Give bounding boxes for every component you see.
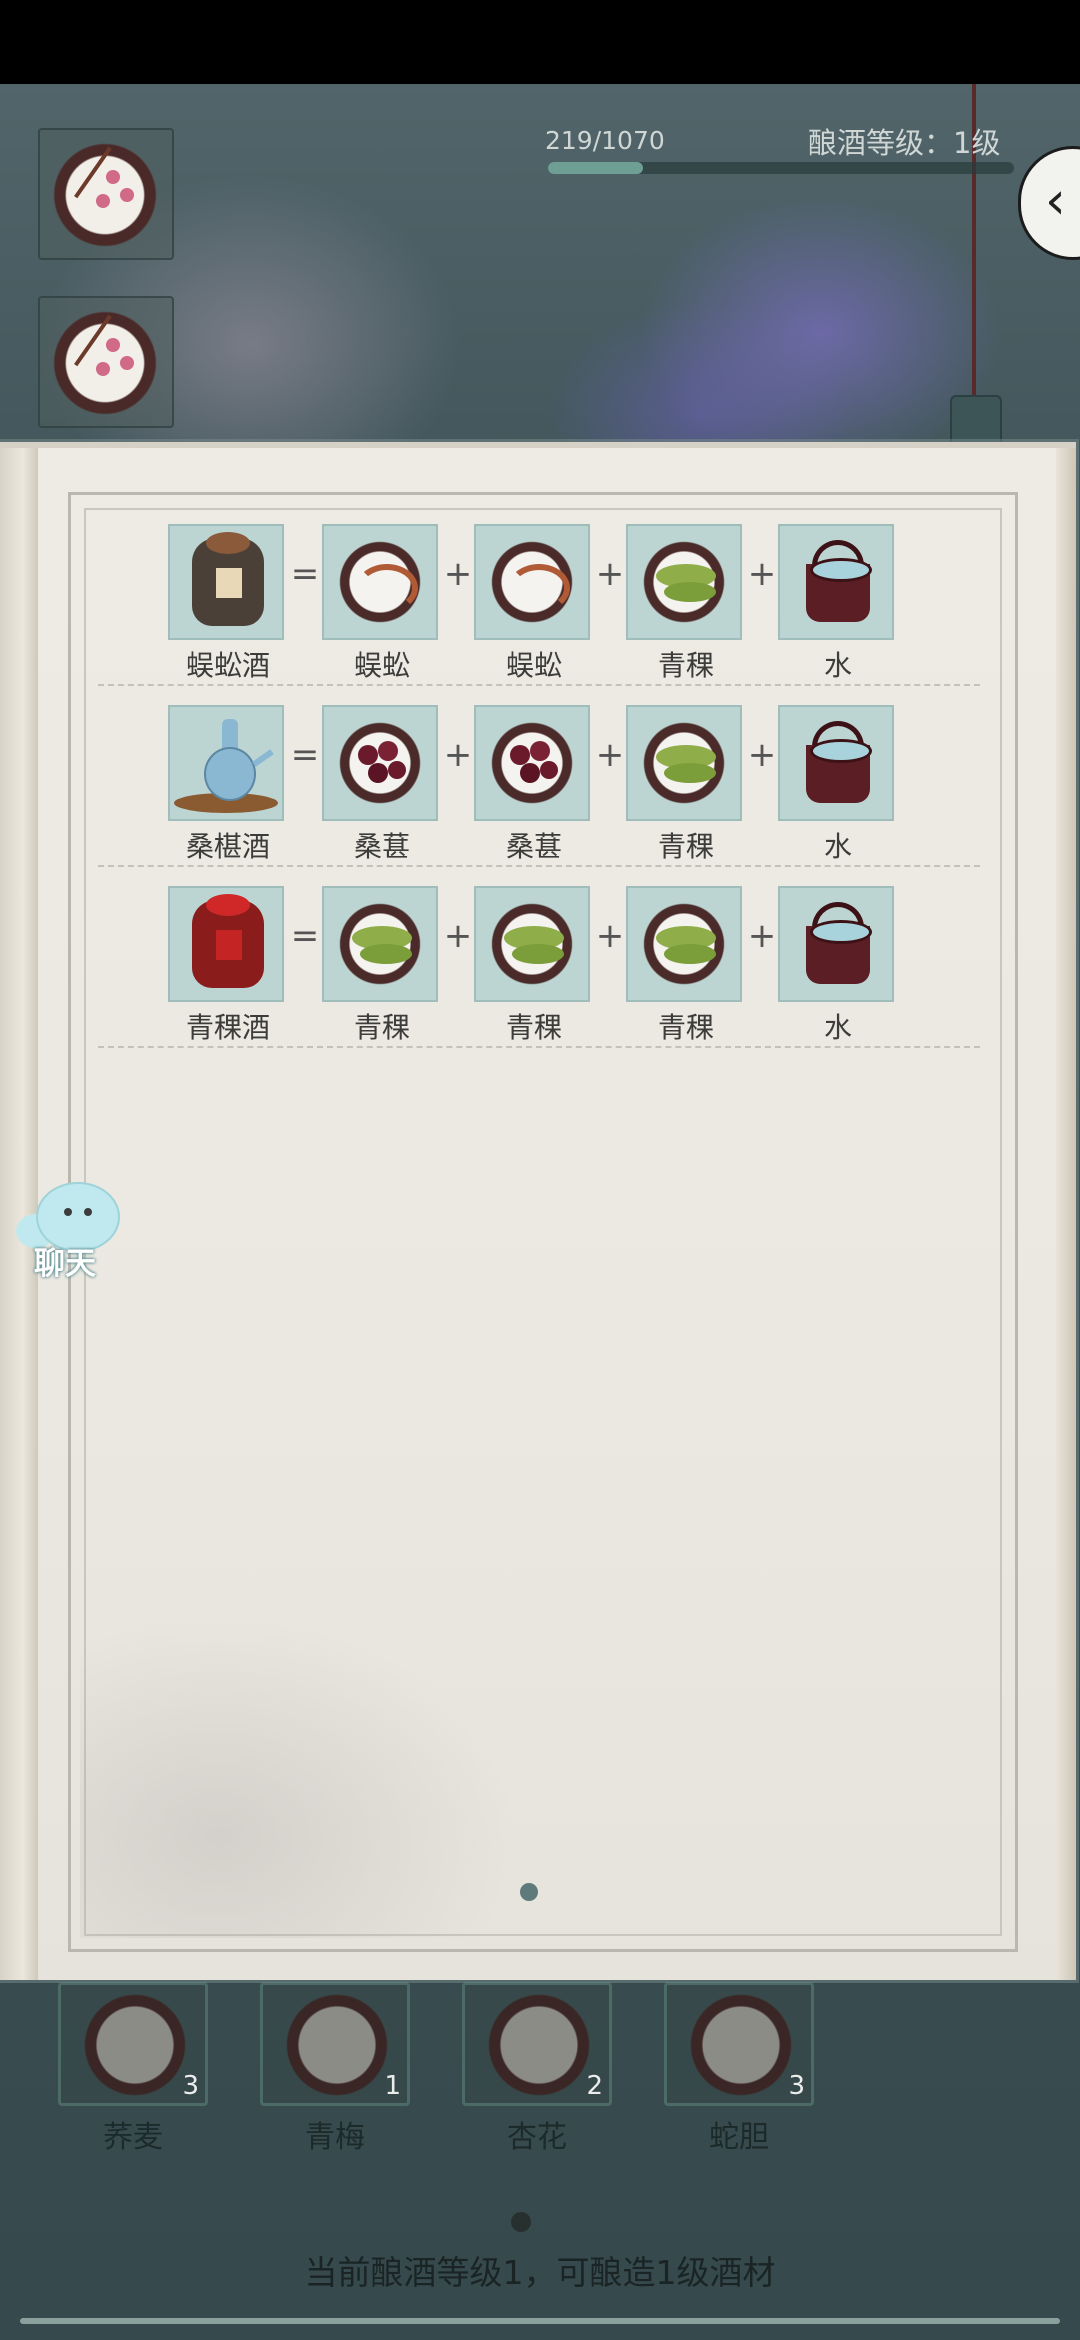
inventory-count: 2: [586, 2071, 603, 2101]
plus-sign: +: [747, 735, 777, 775]
porcelain-wine-pot-icon: [204, 719, 274, 801]
recipe-divider: [98, 1046, 980, 1048]
highland-barley-icon: [636, 534, 732, 630]
equals-sign: =: [290, 554, 320, 594]
ingredient-tile[interactable]: 桑葚: [322, 705, 438, 863]
plus-sign: +: [443, 735, 473, 775]
red-wine-jar-icon: [192, 894, 264, 988]
top-slot-1[interactable]: [38, 128, 174, 260]
page-indicator-dot[interactable]: [520, 1883, 538, 1901]
ingredient-name: 水: [823, 1011, 852, 1044]
ingredient-tile[interactable]: 蜈蚣: [322, 524, 438, 682]
inventory-slot[interactable]: 3: [664, 1982, 814, 2106]
mulberry-icon: [332, 715, 428, 811]
buckwheat-icon: [75, 1989, 195, 2101]
plus-sign: +: [747, 554, 777, 594]
brew-level-label: 酿酒等级：1级: [808, 126, 1001, 160]
ingredient-tile[interactable]: 水: [778, 705, 894, 863]
recipe-result-tile[interactable]: 桑椹酒: [168, 705, 284, 863]
inventory-count: 3: [182, 2071, 199, 2101]
inventory-name: 蛇胆: [709, 2120, 769, 2155]
recipe-result-tile[interactable]: 青稞酒: [168, 886, 284, 1044]
ingredient-name: 青稞: [353, 1011, 410, 1044]
inventory-name: 青梅: [305, 2120, 365, 2155]
wine-jar-icon: [192, 532, 264, 626]
ingredient-name: 青稞: [657, 1011, 714, 1044]
mulberry-icon: [484, 715, 580, 811]
inventory-name: 杏花: [507, 2120, 567, 2155]
inventory-count: 3: [788, 2071, 805, 2101]
ingredient-tile[interactable]: 青稞: [322, 886, 438, 1044]
equals-sign: =: [290, 916, 320, 956]
snake-gallbladder-icon: [681, 1989, 801, 2101]
highland-barley-icon: [636, 715, 732, 811]
apricot-blossom-icon: [46, 136, 164, 254]
apricot-blossom-icon: [46, 304, 164, 422]
recipe-row: 蜈蚣酒 = 蜈蚣 + 蜈蚣 + 青稞 + 水: [0, 448, 1076, 686]
inventory-page-indicator: [511, 2212, 531, 2232]
ingredient-tile[interactable]: 青稞: [474, 886, 590, 1044]
water-bucket-icon: [802, 902, 874, 986]
plus-sign: +: [595, 554, 625, 594]
centipede-icon: [332, 534, 428, 630]
chat-button[interactable]: 聊天: [16, 1176, 124, 1282]
recipe-row: 桑椹酒 = 桑葚 + 桑葚 + 青稞 + 水: [0, 629, 1076, 867]
ingredient-tile[interactable]: 青稞: [626, 524, 742, 682]
brew-progress-fill: [548, 162, 644, 174]
inventory-name: 荞麦: [103, 2120, 163, 2155]
chevron-left-icon: ‹: [1045, 171, 1066, 231]
water-bucket-icon: [802, 540, 874, 624]
ink-painting-decor: [80, 1598, 540, 1938]
plus-sign: +: [595, 735, 625, 775]
ingredient-tile[interactable]: 水: [778, 524, 894, 682]
apricot-blossom-icon: [479, 1989, 599, 2101]
inventory-count: 1: [384, 2071, 401, 2101]
status-bar: [0, 0, 1080, 84]
ingredient-tile[interactable]: 蜈蚣: [474, 524, 590, 682]
recipe-result-name: 青稞酒: [185, 1011, 270, 1044]
recipe-result-tile[interactable]: 蜈蚣酒: [168, 524, 284, 682]
brew-level-message: 当前酿酒等级1，可酿造1级酒材: [304, 2253, 776, 2292]
ingredient-name: 青稞: [505, 1011, 562, 1044]
centipede-icon: [484, 534, 580, 630]
equals-sign: =: [290, 735, 320, 775]
chat-label: 聊天: [34, 1246, 96, 1282]
highland-barley-icon: [332, 896, 428, 992]
recipe-book: 蜈蚣酒 = 蜈蚣 + 蜈蚣 + 青稞 + 水 桑椹酒 = 桑葚 + 桑葚 + 青…: [0, 442, 1076, 1980]
inventory-slot[interactable]: 1: [260, 1982, 410, 2106]
water-bucket-icon: [802, 721, 874, 805]
ingredient-tile[interactable]: 青稞: [626, 886, 742, 1044]
top-slot-2[interactable]: [38, 296, 174, 428]
ingredient-tile[interactable]: 桑葚: [474, 705, 590, 863]
bottom-rail-decor: [20, 2318, 1060, 2324]
plus-sign: +: [443, 554, 473, 594]
plus-sign: +: [747, 916, 777, 956]
highland-barley-icon: [484, 896, 580, 992]
ingredient-tile[interactable]: 水: [778, 886, 894, 1044]
plus-sign: +: [443, 916, 473, 956]
brew-progress-bar: [548, 162, 1014, 174]
plus-sign: +: [595, 916, 625, 956]
green-plum-icon: [277, 1989, 397, 2101]
inventory-slot[interactable]: 3: [58, 1982, 208, 2106]
recipe-row: 青稞酒 = 青稞 + 青稞 + 青稞 + 水: [0, 810, 1076, 1048]
brew-progress-text: 219/1070: [545, 126, 665, 155]
ingredient-tile[interactable]: 青稞: [626, 705, 742, 863]
highland-barley-icon: [636, 896, 732, 992]
inventory-slot[interactable]: 2: [462, 1982, 612, 2106]
